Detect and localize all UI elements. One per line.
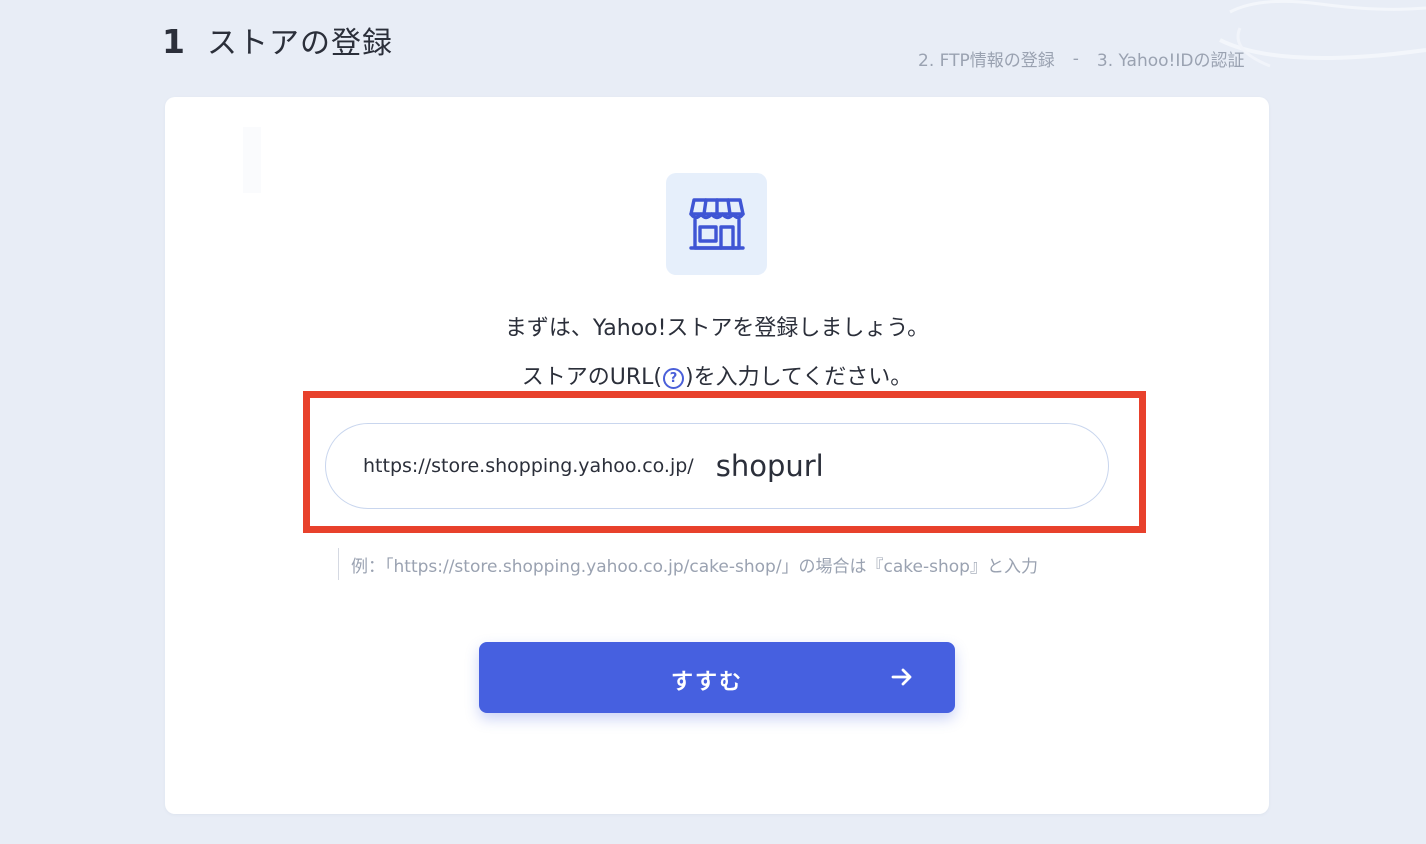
next-button-label: すすむ [670, 670, 743, 695]
intro-line2-start: ストアのURL( [521, 365, 662, 390]
store-icon-container [666, 173, 767, 275]
shop-url-input[interactable] [715, 449, 1016, 483]
intro-text-line2: ストアのURL(?)を入力してください。 [165, 359, 1269, 391]
example-hint: 例：「https://store.shopping.yahoo.co.jp/ca… [338, 548, 1038, 580]
url-prefix: https://store.shopping.yahoo.co.jp/ [363, 455, 694, 477]
step-header: 1 ストアの登録 [162, 18, 393, 62]
help-icon[interactable]: ? [662, 368, 684, 389]
next-button[interactable]: すすむ [479, 642, 955, 713]
intro-text-line1: まずは、Yahoo!ストアを登録しましょう。 [504, 316, 930, 341]
step-separator: - [1072, 48, 1079, 69]
intro-line2-end: )を入力してください。 [684, 365, 913, 390]
step-3-label: 3. Yahoo!IDの認証 [1096, 51, 1245, 71]
store-icon [688, 198, 745, 250]
card-decoration [243, 127, 261, 193]
step-progress-nav: 2. FTP情報の登録 - 3. Yahoo!IDの認証 [918, 46, 1245, 72]
page: 1 ストアの登録 2. FTP情報の登録 - 3. Yahoo!IDの認証 まず… [0, 0, 1426, 844]
store-url-field: https://store.shopping.yahoo.co.jp/ [325, 423, 1109, 509]
step-number: 1 [162, 22, 185, 61]
arrow-right-icon [891, 668, 912, 686]
page-title: ストアの登録 [206, 26, 393, 61]
step-2-label: 2. FTP情報の登録 [918, 51, 1055, 71]
